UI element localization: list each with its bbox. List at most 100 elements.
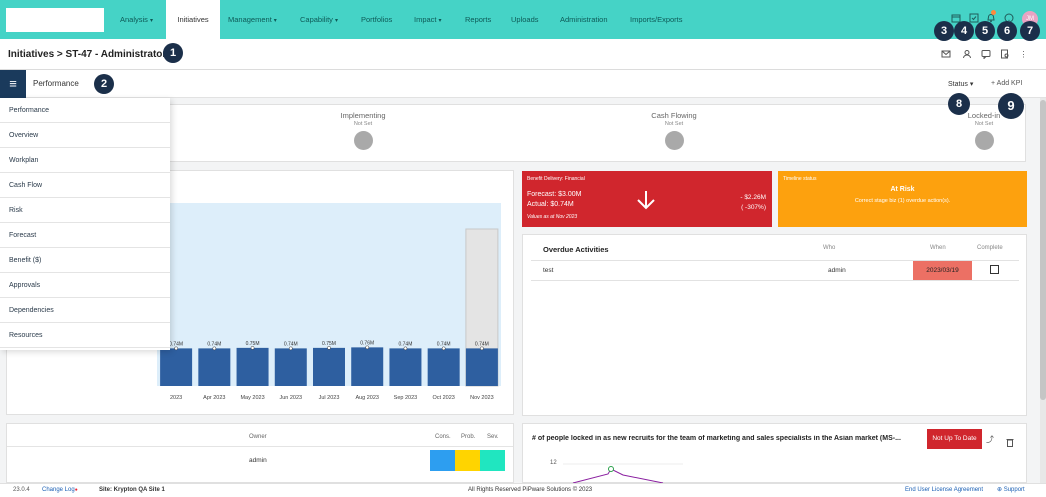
sidebar-item-performance[interactable]: Performance: [0, 98, 170, 123]
stage-indicator[interactable]: [974, 131, 994, 150]
mail-icon[interactable]: [940, 49, 951, 60]
status-label: Status: [948, 81, 968, 88]
page-header: Initiatives > ST-47 - Administrator ⋮: [0, 39, 1046, 70]
page-title: Initiatives > ST-47 - Administrator: [8, 49, 167, 60]
chart-tick-label: Jun 2023: [279, 395, 302, 401]
prob-column-header: Prob.: [461, 434, 476, 440]
chart-data-label: 0.74M: [284, 341, 298, 347]
stage-indicator[interactable]: [353, 131, 373, 150]
marker-2: 2: [94, 74, 114, 94]
benefit-as-at: Values as at Nov 2023: [527, 214, 578, 220]
stage-status: Not Set: [974, 121, 994, 127]
chart-data-label: 0.75M: [246, 341, 260, 347]
activity-name[interactable]: test: [543, 267, 553, 274]
copyright-text: All Rights Reserved PiPware Solutions © …: [468, 487, 593, 493]
chart-tick-label: Sep 2023: [394, 395, 418, 401]
users-icon[interactable]: [961, 49, 972, 60]
kpi-card: # of people locked in as new recruits fo…: [522, 423, 1027, 483]
add-kpi-button[interactable]: + Add KPI: [991, 80, 1022, 87]
complete-checkbox[interactable]: [990, 265, 999, 274]
chart-data-label: 0.74M: [169, 341, 183, 347]
timeline-status: At Risk: [890, 186, 915, 193]
activity-when: 2023/03/19: [913, 261, 972, 280]
kpi-status-badge[interactable]: Not Up To Date: [927, 429, 982, 449]
benefit-delivery-card[interactable]: Benefit Delivery: Financial Forecast: $3…: [522, 171, 772, 227]
nav-portfolios[interactable]: Portfolios: [361, 0, 392, 39]
stage-indicator[interactable]: [664, 131, 684, 150]
chart-bar: [274, 348, 307, 386]
who-column-header: Who: [823, 245, 836, 251]
timeline-title: Timeline status: [783, 176, 817, 182]
sidebar-item-approvals[interactable]: Approvals: [0, 273, 170, 298]
nav-initiatives[interactable]: Initiatives: [166, 0, 220, 39]
marker-9: 9: [998, 93, 1024, 119]
chart-tick-label: 2023: [170, 395, 182, 401]
overdue-title: Overdue Activities: [543, 245, 609, 254]
chart-tick-label: Nov 2023: [470, 395, 494, 401]
nav-management[interactable]: Management ▾: [228, 0, 277, 39]
stage-locked-in: Locked-in Not Set: [924, 111, 1044, 150]
sidebar-item-forecast[interactable]: Forecast: [0, 223, 170, 248]
sidebar-item-risk[interactable]: Risk: [0, 198, 170, 223]
timeline-status-card[interactable]: Timeline status At Risk Correct stage bi…: [778, 171, 1027, 227]
hamburger-menu-button[interactable]: ≡: [0, 70, 26, 98]
support-link[interactable]: ⊕ Support: [997, 484, 1025, 497]
chart-bar: [351, 347, 384, 386]
sidebar-item-resources[interactable]: Resources: [0, 323, 170, 348]
complete-column-header: Complete: [977, 245, 1003, 251]
change-log-label: Change Log: [42, 487, 75, 493]
marker-7: 7: [1020, 21, 1040, 41]
kpi-title: # of people locked in as new recruits fo…: [532, 435, 901, 442]
nav-analysis[interactable]: Analysis ▾: [120, 0, 153, 39]
chart-bar: [160, 348, 193, 386]
more-vertical-icon[interactable]: ⋮: [1018, 49, 1029, 60]
section-bar: [0, 70, 1046, 98]
nav-uploads[interactable]: Uploads: [511, 0, 539, 39]
eula-link[interactable]: End User License Agreement: [905, 484, 983, 497]
benefit-title: Benefit Delivery: Financial: [527, 176, 585, 182]
nav-label: Portfolios: [361, 15, 393, 24]
activity-who: admin: [828, 267, 846, 274]
stage-implementing: Implementing Not Set: [303, 111, 423, 150]
chart-tick-label: Oct 2023: [433, 395, 455, 401]
sidebar-item-workplan[interactable]: Workplan: [0, 148, 170, 173]
document-search-icon[interactable]: [999, 49, 1010, 60]
nav-label: Impact: [414, 15, 437, 24]
sidebar-item-benefit[interactable]: Benefit ($): [0, 248, 170, 273]
probability-cell[interactable]: [455, 450, 480, 471]
stage-cash-flowing: Cash Flowing Not Set: [614, 111, 734, 150]
stage-name: Locked-in: [967, 111, 1001, 120]
severity-cell[interactable]: [480, 450, 505, 471]
nav-imports-exports[interactable]: Imports/Exports: [630, 0, 683, 39]
chevron-down-icon: ▾: [438, 18, 442, 24]
sidebar-item-cash-flow[interactable]: Cash Flow: [0, 173, 170, 198]
share-icon[interactable]: ⤴: [986, 434, 994, 445]
nav-administration[interactable]: Administration: [560, 0, 608, 39]
nav-capability[interactable]: Capability ▾: [300, 0, 338, 39]
comment-icon[interactable]: [980, 49, 991, 60]
support-icon: ⊕: [997, 487, 1003, 493]
chart-bar: [465, 348, 498, 386]
trash-icon[interactable]: [1006, 434, 1014, 452]
sidebar-item-dependencies[interactable]: Dependencies: [0, 298, 170, 323]
benefit-delta-percent: ( -307%): [741, 204, 766, 211]
chart-tick-label: May 2023: [240, 395, 264, 401]
status-dropdown[interactable]: Status ▾: [948, 80, 973, 88]
change-log-link[interactable]: Change Log●: [42, 484, 78, 497]
nav-label: Capability: [300, 15, 333, 24]
nav-label: Analysis: [120, 15, 148, 24]
chevron-down-icon: ▾: [149, 18, 153, 24]
nav-label: Administration: [560, 15, 608, 24]
nav-impact[interactable]: Impact ▾: [414, 0, 442, 39]
logo[interactable]: [6, 8, 104, 32]
chart-data-label: 0.74M: [437, 341, 451, 347]
sev-column-header: Sev.: [487, 434, 499, 440]
consequence-cell[interactable]: [430, 450, 455, 471]
chart-bar: [198, 348, 231, 386]
marker-3: 3: [934, 21, 954, 41]
when-column-header: When: [930, 245, 946, 251]
caret-down-icon: ▾: [969, 81, 974, 88]
nav-reports[interactable]: Reports: [465, 0, 491, 39]
section-label: Performance: [33, 79, 79, 88]
sidebar-item-overview[interactable]: Overview: [0, 123, 170, 148]
